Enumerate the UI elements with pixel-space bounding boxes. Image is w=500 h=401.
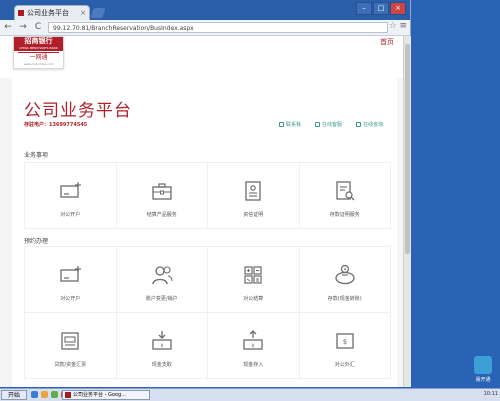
- account-open-icon: [60, 182, 82, 198]
- action-consult[interactable]: 在线咨询: [355, 121, 383, 128]
- tile-cash-withdraw[interactable]: ¥ 现金支取: [115, 312, 208, 379]
- logo-sub: 一网通: [29, 54, 48, 61]
- tile-label: 对公开户: [60, 296, 81, 302]
- bank-logo[interactable]: 招商银行 CHINA MERCHANTS BANK 一网通 www.cmbchi…: [13, 36, 64, 69]
- browser-toolbar: ← → C 99.12.70.81/BranchReservation/BusI…: [0, 20, 410, 36]
- quick-actions: 联系我 在线客服 在线咨询: [278, 121, 383, 128]
- account-open-icon: [60, 266, 82, 282]
- tile-account-change[interactable]: 账户变更/销户: [115, 246, 208, 313]
- tile-forex[interactable]: $ 对公外汇: [298, 312, 391, 379]
- action-contact[interactable]: 联系我: [278, 121, 301, 128]
- tile-settlement-products[interactable]: 结算产品服务: [115, 162, 208, 229]
- reservation-grid: 对公开户 账户变更/销户 对公结算 ¥ 存款(现金转账) 贷款/资金汇票 ¥ 现…: [24, 246, 391, 379]
- tile-label: 存款证明服务: [329, 212, 360, 218]
- logo-sub-en: www.cmbchina.com: [23, 62, 54, 66]
- tile-label: 贷款/资金汇票: [54, 362, 87, 368]
- forward-button[interactable]: →: [17, 21, 29, 34]
- tile-account-open[interactable]: 对公开户: [24, 162, 117, 229]
- document-icon: [245, 181, 261, 201]
- bookmark-star-icon[interactable]: ☆: [389, 21, 397, 31]
- tile-deposit-cash[interactable]: ¥ 存款(现金转账): [298, 246, 391, 313]
- tile-label: 存款(现金转账): [327, 296, 362, 302]
- minimize-button[interactable]: –: [356, 2, 372, 15]
- browser-tab[interactable]: 公司业务平台 ×: [14, 5, 90, 20]
- store-phone: 存驻电户：13699774545: [24, 121, 87, 128]
- svg-text:¥: ¥: [252, 344, 255, 350]
- web-page: 招商银行 CHINA MERCHANTS BANK 一网通 www.cmbchi…: [0, 36, 403, 387]
- scrollbar-thumb[interactable]: [405, 44, 410, 254]
- cash-withdraw-icon: ¥: [152, 331, 172, 350]
- start-button[interactable]: 开始: [1, 390, 27, 400]
- tile-label: 资信证明: [243, 212, 264, 218]
- cash-deposit-icon: ¥: [243, 330, 263, 350]
- action-service[interactable]: 在线客服: [314, 121, 342, 128]
- tile-credit-proof[interactable]: 资信证明: [207, 162, 300, 229]
- section-title-business: 业务事项: [24, 152, 49, 159]
- site-header: 招商银行 CHINA MERCHANTS BANK 一网通 www.cmbchi…: [0, 36, 403, 78]
- users-icon: [152, 266, 173, 285]
- browser-menu-icon[interactable]: ≡: [399, 21, 407, 31]
- service-icon: [314, 122, 320, 127]
- maximize-button[interactable]: □: [373, 2, 389, 15]
- action-service-label: 在线客服: [321, 122, 342, 128]
- tile-cash-deposit[interactable]: ¥ 现金存入: [207, 312, 300, 379]
- taskbar: 开始 公司业务平台 - Goog... 10:11: [0, 388, 500, 401]
- address-bar[interactable]: 99.12.70.81/BranchReservation/BusIndex.a…: [48, 22, 388, 33]
- tile-label: 对公外汇: [334, 362, 355, 368]
- action-contact-label: 联系我: [285, 122, 301, 128]
- desktop-app-icon[interactable]: [474, 356, 492, 374]
- forex-icon: $: [336, 333, 354, 349]
- action-consult-label: 在线咨询: [362, 122, 383, 128]
- logo-en: CHINA MERCHANTS BANK: [19, 46, 58, 50]
- logo-name: 招商银行: [24, 37, 53, 45]
- close-window-button[interactable]: ×: [390, 2, 406, 15]
- briefcase-icon: [152, 183, 172, 200]
- window-controls: – □ ×: [356, 2, 406, 15]
- consult-icon: [355, 122, 361, 127]
- tile-label: 现金存入: [243, 362, 264, 368]
- contact-icon: [278, 122, 284, 127]
- store-number: 13699774545: [49, 122, 88, 128]
- svg-text:$: $: [343, 338, 347, 346]
- taskbar-window-item[interactable]: 公司业务平台 - Goog...: [62, 390, 150, 400]
- calculator-icon: [244, 266, 262, 284]
- tile-reserve-account-open[interactable]: 对公开户: [24, 246, 117, 313]
- svg-text:¥: ¥: [343, 267, 346, 273]
- section-title-reservation: 预约办理: [24, 238, 49, 245]
- reload-button[interactable]: C: [32, 21, 44, 34]
- tile-label: 现金支取: [151, 362, 172, 368]
- desktop-icon-label: 易开通: [475, 377, 491, 383]
- task-item-label: 公司业务平台 - Goog...: [73, 392, 126, 398]
- favicon-icon: [18, 10, 24, 16]
- desktop-icon[interactable]: [31, 391, 38, 398]
- business-grid: 对公开户 结算产品服务 资信证明 存款证明服务: [24, 162, 391, 229]
- home-link[interactable]: 首页: [380, 37, 394, 47]
- piggy-bank-icon: ¥: [335, 264, 355, 285]
- main-card: 公司业务平台 存驻电户：13699774545 联系我 在线客服 在线咨询 业务…: [12, 78, 397, 387]
- svg-text:¥: ¥: [160, 344, 163, 350]
- logo-top: 招商银行 CHINA MERCHANTS BANK: [14, 37, 63, 51]
- page-title: 公司业务平台: [24, 101, 132, 121]
- tab-close-icon[interactable]: ×: [80, 6, 86, 21]
- tile-label: 对公结算: [243, 296, 264, 302]
- store-label: 存驻电户：: [24, 122, 50, 128]
- page-scrollbar[interactable]: [403, 36, 411, 387]
- tile-label: 结算产品服务: [146, 212, 177, 218]
- browser-launch-icon[interactable]: [51, 391, 58, 398]
- certificate-search-icon: [336, 181, 355, 201]
- tile-label: 账户变更/销户: [145, 296, 178, 302]
- loan-icon: [61, 332, 79, 350]
- system-tray-clock: 10:11: [483, 391, 498, 397]
- tile-label: 对公开户: [60, 212, 81, 218]
- tile-settlement[interactable]: 对公结算: [207, 246, 300, 313]
- favicon-icon: [65, 392, 71, 398]
- back-button[interactable]: ←: [2, 21, 14, 34]
- new-tab-button[interactable]: [90, 8, 106, 18]
- logo-bottom: 一网通 www.cmbchina.com: [18, 52, 59, 66]
- tab-title: 公司业务平台: [27, 9, 69, 17]
- tile-loan-draft[interactable]: 贷款/资金汇票: [24, 312, 117, 379]
- tab-bar: 公司业务平台 × – □ ×: [0, 0, 410, 20]
- tile-deposit-proof[interactable]: 存款证明服务: [298, 162, 391, 229]
- folder-icon[interactable]: [41, 391, 48, 398]
